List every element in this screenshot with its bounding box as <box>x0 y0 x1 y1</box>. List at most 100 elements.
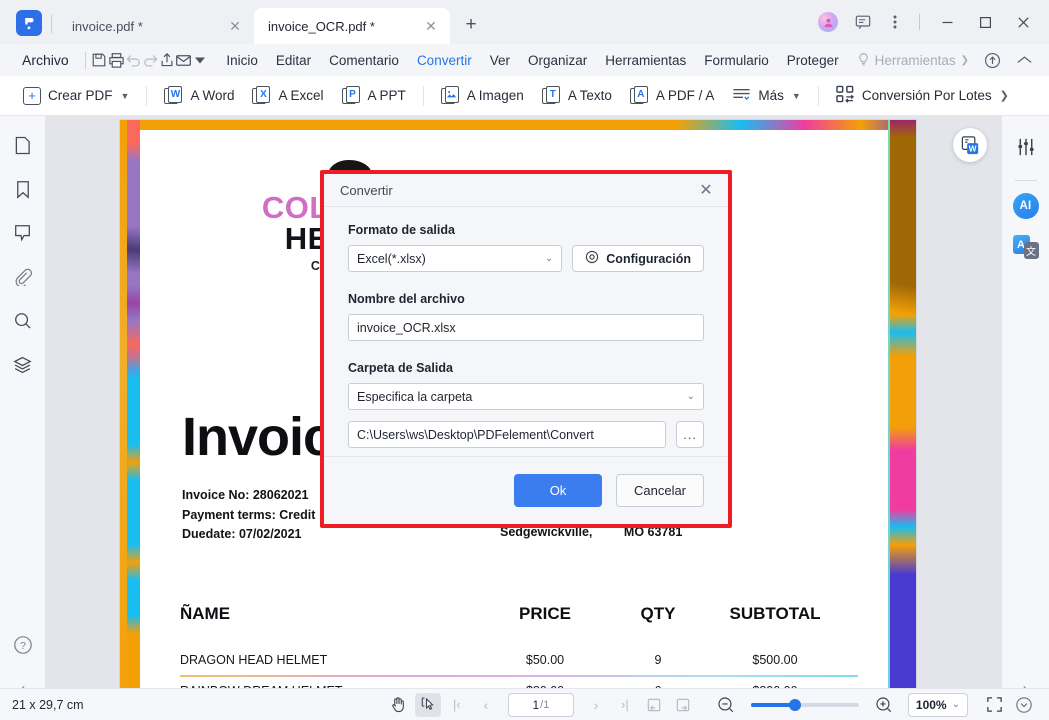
tab-bar: invoice.pdf * ✕ invoice_OCR.pdf * ✕ + <box>0 0 1049 44</box>
page-size-label: 21 x 29,7 cm <box>12 697 84 712</box>
layers-icon[interactable] <box>6 348 40 382</box>
chevron-down-icon: ▼ <box>791 90 801 101</box>
zoom-out-button[interactable] <box>713 693 739 717</box>
more-formats-button[interactable]: Más ▼ <box>723 81 809 110</box>
convert-ribbon: + Crear PDF ▼ W A Word X A Excel P A PPT <box>0 76 1049 116</box>
to-ppt-button[interactable]: P A PPT <box>333 81 415 110</box>
tab-invoice-pdf[interactable]: invoice.pdf * ✕ <box>58 8 254 44</box>
page-border-left <box>120 120 140 688</box>
table-row-divider <box>180 675 858 677</box>
output-path-input[interactable]: C:\Users\ws\Desktop\PDFelement\Convert <box>348 421 666 448</box>
menu-item-editar[interactable]: Editar <box>268 49 319 72</box>
menu-archivo[interactable]: Archivo <box>10 52 79 68</box>
menu-item-herramientas[interactable]: Herramientas <box>597 49 694 72</box>
new-tab-button[interactable]: + <box>456 10 486 40</box>
batch-conversion-button[interactable]: Conversión Por Lotes ❯ <box>827 80 1018 111</box>
dropdown-icon[interactable] <box>192 47 208 73</box>
help-icon[interactable]: ? <box>6 628 40 662</box>
close-icon[interactable]: ✕ <box>226 17 244 35</box>
menu-item-ver[interactable]: Ver <box>482 49 518 72</box>
single-page-icon[interactable] <box>641 693 667 717</box>
cell-name: DRAGON HEAD HELMET <box>180 653 328 667</box>
cell-price: $50.00 <box>525 653 565 667</box>
menu-item-comentario[interactable]: Comentario <box>321 49 407 72</box>
lightbulb-icon <box>857 52 870 69</box>
menu-item-convertir[interactable]: Convertir <box>409 49 480 79</box>
avatar[interactable] <box>818 12 838 32</box>
menu-item-proteger[interactable]: Proteger <box>779 49 847 72</box>
output-format-label: Formato de salida <box>348 223 455 237</box>
to-image-button[interactable]: A Imagen <box>432 81 533 110</box>
to-word-button[interactable]: W A Word <box>155 81 243 110</box>
menu-item-formulario[interactable]: Formulario <box>696 49 777 72</box>
page-border-right <box>888 120 916 688</box>
tab-invoice-ocr-pdf[interactable]: invoice_OCR.pdf * ✕ <box>254 8 450 44</box>
zoom-slider[interactable] <box>750 698 859 711</box>
fullscreen-icon[interactable] <box>981 693 1007 717</box>
column-header-subtotal: SUBTOTAL <box>729 604 821 623</box>
prev-page-button: ‹ <box>483 696 489 713</box>
menu-item-label: Herramientas <box>874 52 956 68</box>
bookmark-icon[interactable] <box>6 172 40 206</box>
redo-icon <box>142 47 159 73</box>
filename-input[interactable]: invoice_OCR.xlsx <box>348 314 704 341</box>
attachment-icon[interactable] <box>6 260 40 294</box>
comment-icon[interactable] <box>848 8 878 36</box>
pdfa-file-icon: A <box>629 86 649 105</box>
ai-assistant-icon[interactable]: AI <box>1012 193 1039 219</box>
menu-item-inicio[interactable]: Inicio <box>218 49 266 72</box>
save-icon[interactable] <box>91 47 107 73</box>
zoom-slider-handle[interactable] <box>788 698 801 711</box>
page-number-input[interactable]: 1 /1 <box>507 692 574 717</box>
to-excel-label: A Excel <box>278 88 324 103</box>
output-format-select[interactable]: Excel(*.xlsx) ⌄ <box>348 245 563 272</box>
convert-to-word-fab[interactable]: W <box>953 128 987 162</box>
cancel-button[interactable]: Cancelar <box>616 474 704 507</box>
zoom-level-select[interactable]: 100% ⌄ <box>907 692 968 717</box>
to-excel-button[interactable]: X A Excel <box>243 81 332 110</box>
sliders-icon[interactable] <box>1009 130 1043 164</box>
ok-button[interactable]: Ok <box>514 474 602 507</box>
select-tool-icon[interactable] <box>414 692 441 717</box>
browse-folder-button[interactable]: ... <box>676 421 704 448</box>
output-folder-select[interactable]: Especifica la carpeta ⌄ <box>348 383 704 410</box>
collapse-ribbon-icon[interactable] <box>1009 47 1039 73</box>
excel-file-icon: X <box>252 86 271 105</box>
create-pdf-button[interactable]: + Crear PDF ▼ <box>14 82 138 110</box>
window-separator <box>919 14 920 30</box>
to-word-label: A Word <box>190 88 235 103</box>
menu-item-tools-shortcut[interactable]: Herramientas ❯ <box>849 48 977 73</box>
maximize-button[interactable] <box>967 8 1003 36</box>
comment-icon[interactable] <box>6 216 40 250</box>
right-sidebar: AI A 文 › <box>1001 116 1049 720</box>
output-path-row: C:\Users\ws\Desktop\PDFelement\Convert .… <box>348 421 704 448</box>
cell-qty: 9 <box>654 653 662 667</box>
to-text-button[interactable]: T A Texto <box>533 81 621 110</box>
zoom-in-button[interactable] <box>871 693 897 717</box>
close-icon[interactable]: ✕ <box>422 17 440 35</box>
hand-tool-icon[interactable] <box>386 693 412 717</box>
payment-terms: Payment terms: Credit <box>182 507 316 522</box>
facing-page-icon[interactable] <box>670 693 696 717</box>
to-pdfa-button[interactable]: A A PDF / A <box>621 81 724 110</box>
print-icon[interactable] <box>108 47 125 73</box>
page-thumbnail-icon[interactable] <box>6 128 40 162</box>
circle-chevron-icon[interactable] <box>1011 693 1037 717</box>
cloud-upload-icon[interactable] <box>977 47 1007 73</box>
settings-button[interactable]: Configuración <box>572 245 704 272</box>
share-icon[interactable] <box>159 47 175 73</box>
to-pdfa-label: A PDF / A <box>655 88 715 103</box>
close-window-button[interactable] <box>1005 8 1041 36</box>
mail-icon[interactable] <box>175 47 192 73</box>
cell-subtotal: $500.00 <box>752 653 798 667</box>
menu-separator <box>84 51 86 69</box>
close-icon[interactable]: ✕ <box>694 178 718 202</box>
chevron-right-icon: ❯ <box>960 54 969 66</box>
translate-icon[interactable]: A 文 <box>1012 235 1039 259</box>
minimize-button[interactable] <box>929 8 965 36</box>
search-icon[interactable] <box>6 304 40 338</box>
menu-right-group <box>977 47 1039 73</box>
menu-item-organizar[interactable]: Organizar <box>520 49 595 72</box>
dialog-title: Convertir <box>340 182 393 198</box>
kebab-menu-icon[interactable] <box>880 8 910 36</box>
